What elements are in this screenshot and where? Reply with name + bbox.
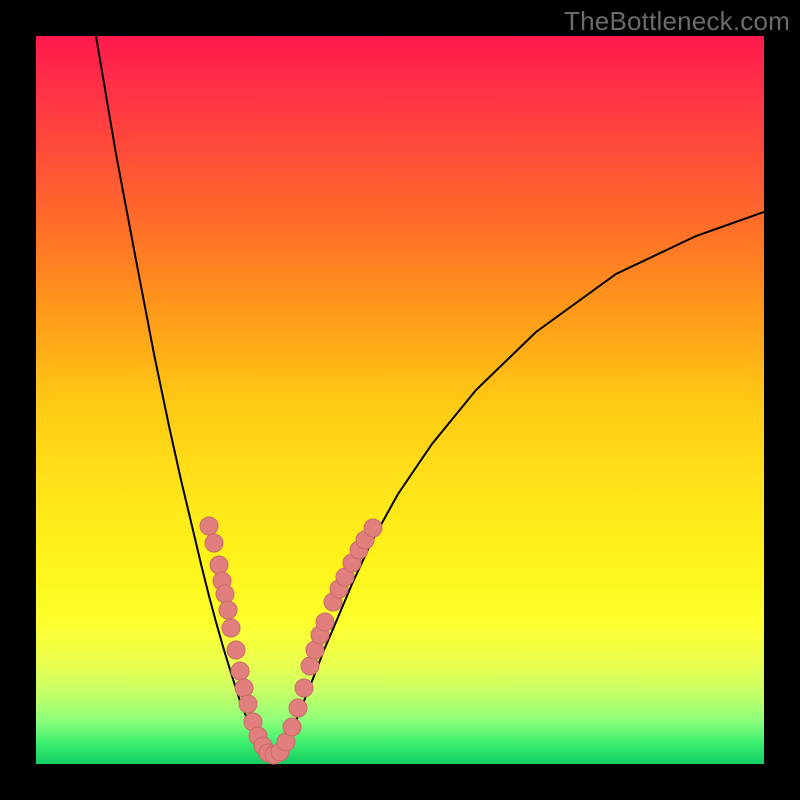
plot-area	[36, 36, 764, 764]
curve-layer	[36, 36, 764, 764]
data-marker	[295, 679, 313, 697]
data-marker	[289, 699, 307, 717]
data-marker	[235, 679, 253, 697]
data-marker	[231, 662, 249, 680]
data-marker	[210, 556, 228, 574]
data-marker	[222, 619, 240, 637]
curve-right	[280, 212, 764, 752]
data-marker	[219, 601, 237, 619]
data-marker	[205, 534, 223, 552]
curve-right-path	[280, 212, 764, 752]
markers-group	[200, 517, 382, 764]
data-marker	[283, 718, 301, 736]
chart-stage: TheBottleneck.com	[0, 0, 800, 800]
data-marker	[316, 613, 334, 631]
data-marker	[301, 657, 319, 675]
data-marker	[364, 519, 382, 537]
watermark-text: TheBottleneck.com	[564, 6, 790, 37]
data-marker	[216, 585, 234, 603]
data-marker	[239, 695, 257, 713]
data-marker	[200, 517, 218, 535]
data-marker	[227, 641, 245, 659]
